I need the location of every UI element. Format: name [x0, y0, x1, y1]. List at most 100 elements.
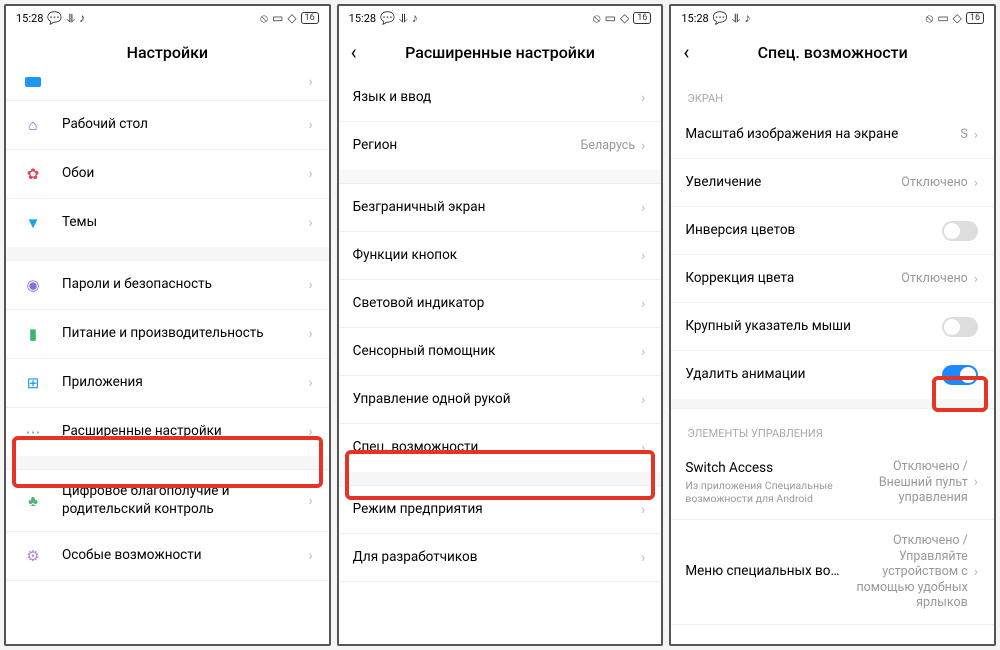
phone-screen-settings: 15:28 💬 ⥥ ♪ ⦸ ▭ ◇ 16 Настройки › ⌂ Рабоч… [4, 4, 331, 646]
fingerprint-icon: ◉ [20, 274, 46, 296]
chevron-right-icon: › [641, 200, 645, 216]
download-icon: ⥥ [732, 11, 741, 26]
item-label: Пароли и безопасность [62, 276, 308, 294]
section-header: ЭЛЕМЕНТЫ УПРАВЛЕНИЯ [671, 409, 994, 446]
list-item-wellbeing[interactable]: ♣ Цифровое благополучие и родительский к… [6, 470, 329, 532]
chevron-right-icon: › [308, 326, 312, 342]
chevron-right-icon: › [974, 271, 978, 287]
page-title: Настройки [127, 43, 208, 62]
header: Настройки [6, 30, 329, 74]
item-label: Язык и ввод [353, 89, 641, 107]
chat-icon: 💬 [380, 11, 395, 25]
item-label: Расширенные настройки [62, 423, 308, 441]
home-icon: ⌂ [20, 114, 46, 136]
list-item[interactable]: Коррекция цвета Отключено › [671, 255, 994, 303]
item-label: Рабочий стол [62, 116, 308, 134]
toggle-switch[interactable] [942, 365, 978, 385]
item-label: Switch Access [685, 460, 847, 478]
section-divider [671, 399, 994, 409]
item-label: Питание и производительность [62, 325, 308, 343]
list-item-switch-access[interactable]: Switch Access Из приложения Специальные … [671, 446, 994, 520]
item-label: Меню специальных во… [685, 563, 847, 581]
section-divider [339, 170, 662, 184]
list-item-advanced[interactable]: ⋯ Расширенные настройки › [6, 408, 329, 456]
battery-icon: ▮ [20, 323, 46, 345]
list-item[interactable]: Сенсорный помощник › [339, 328, 662, 376]
battery-icon: 16 [301, 12, 319, 24]
chevron-right-icon: › [641, 138, 645, 154]
item-value: Отключено [901, 271, 968, 287]
list-item[interactable]: Для разработчиков › [339, 534, 662, 582]
wifi-icon: ◇ [287, 11, 296, 25]
item-label: Режим предприятия [353, 501, 641, 519]
settings-list[interactable]: › ⌂ Рабочий стол › ✿ Обои › ▼ Темы › ◉ П… [6, 74, 329, 644]
list-item-access-menu[interactable]: Меню специальных во… Отключено / Управля… [671, 520, 994, 625]
back-button[interactable]: ‹ [683, 40, 689, 64]
list-item-language[interactable]: Язык и ввод › [339, 74, 662, 122]
back-button[interactable]: ‹ [351, 40, 357, 64]
toggle-switch[interactable] [942, 221, 978, 241]
chevron-right-icon: › [641, 440, 645, 456]
list-item[interactable]: Безграничный экран › [339, 184, 662, 232]
chevron-right-icon: › [308, 548, 312, 564]
list-item-desktop[interactable]: ⌂ Рабочий стол › [6, 101, 329, 150]
advanced-list[interactable]: Язык и ввод › Регион Беларусь › Безграни… [339, 74, 662, 644]
list-item[interactable]: Увеличение Отключено › [671, 159, 994, 207]
list-item[interactable]: Световой индикатор › [339, 280, 662, 328]
list-item-security[interactable]: ◉ Пароли и безопасность › [6, 261, 329, 310]
list-item[interactable]: › [6, 74, 329, 101]
item-label: Функции кнопок [353, 247, 641, 265]
list-item[interactable]: Управление одной рукой › [339, 376, 662, 424]
box-icon: ▭ [272, 11, 283, 25]
box-icon: ▭ [937, 11, 948, 25]
item-value: Отключено [901, 175, 968, 191]
list-item-region[interactable]: Регион Беларусь › [339, 122, 662, 170]
list-item-wallpaper[interactable]: ✿ Обои › [6, 150, 329, 199]
item-label [62, 81, 308, 83]
item-label: Удалить анимации [685, 366, 942, 384]
list-item[interactable]: Масштаб изображения на экране S › [671, 111, 994, 159]
heart-icon: ♣ [20, 490, 46, 512]
section-divider [339, 472, 662, 486]
section-header: ЭКРАН [671, 74, 994, 111]
chevron-right-icon: › [641, 296, 645, 312]
list-item-remove-animations[interactable]: Удалить анимации [671, 351, 994, 399]
notifications-icon [20, 75, 46, 89]
item-label: Для разработчиков [353, 549, 641, 567]
status-time: 15:28 [681, 12, 708, 25]
list-item[interactable]: Режим предприятия › [339, 486, 662, 534]
item-label: Масштаб изображения на экране [685, 126, 960, 144]
status-bar: 15:28 💬 ⥥ ♪ ⦸ ▭ ◇ 16 [671, 6, 994, 30]
list-item-apps[interactable]: ⊞ Приложения › [6, 359, 329, 408]
item-label: Темы [62, 214, 308, 232]
list-item[interactable]: Инверсия цветов [671, 207, 994, 255]
item-label: Управление одной рукой [353, 391, 641, 409]
chevron-right-icon: › [308, 166, 312, 182]
mute-icon: ⦸ [260, 11, 268, 26]
brush-icon: ▼ [20, 212, 46, 234]
status-time: 15:28 [349, 12, 376, 25]
mute-icon: ⦸ [925, 11, 933, 26]
battery-icon: 16 [633, 12, 651, 24]
page-title: Расширенные настройки [405, 43, 595, 62]
chevron-right-icon: › [308, 215, 312, 231]
list-item-accessibility[interactable]: ⚙ Особые возможности › [6, 532, 329, 581]
list-item-themes[interactable]: ▼ Темы › [6, 199, 329, 247]
chevron-right-icon: › [974, 474, 978, 490]
accessibility-list[interactable]: ЭКРАН Масштаб изображения на экране S › … [671, 74, 994, 644]
item-label: Инверсия цветов [685, 222, 942, 240]
item-label: Световой индикатор [353, 295, 641, 313]
item-label: Крупный указатель мыши [685, 318, 942, 336]
chevron-right-icon: › [308, 277, 312, 293]
list-item[interactable]: Крупный указатель мыши [671, 303, 994, 351]
toggle-switch[interactable] [942, 317, 978, 337]
apps-icon: ⊞ [20, 372, 46, 394]
wifi-icon: ◇ [953, 11, 962, 25]
list-item[interactable]: Функции кнопок › [339, 232, 662, 280]
phone-screen-advanced: 15:28 💬 ⥥ ♪ ⦸ ▭ ◇ 16 ‹ Расширенные настр… [337, 4, 664, 646]
phone-screen-accessibility: 15:28 💬 ⥥ ♪ ⦸ ▭ ◇ 16 ‹ Спец. возможности… [669, 4, 996, 646]
list-item-accessibility[interactable]: Спец. возможности › [339, 424, 662, 472]
note-icon: ♪ [744, 11, 750, 25]
chevron-right-icon: › [974, 564, 978, 580]
list-item-battery[interactable]: ▮ Питание и производительность › [6, 310, 329, 359]
